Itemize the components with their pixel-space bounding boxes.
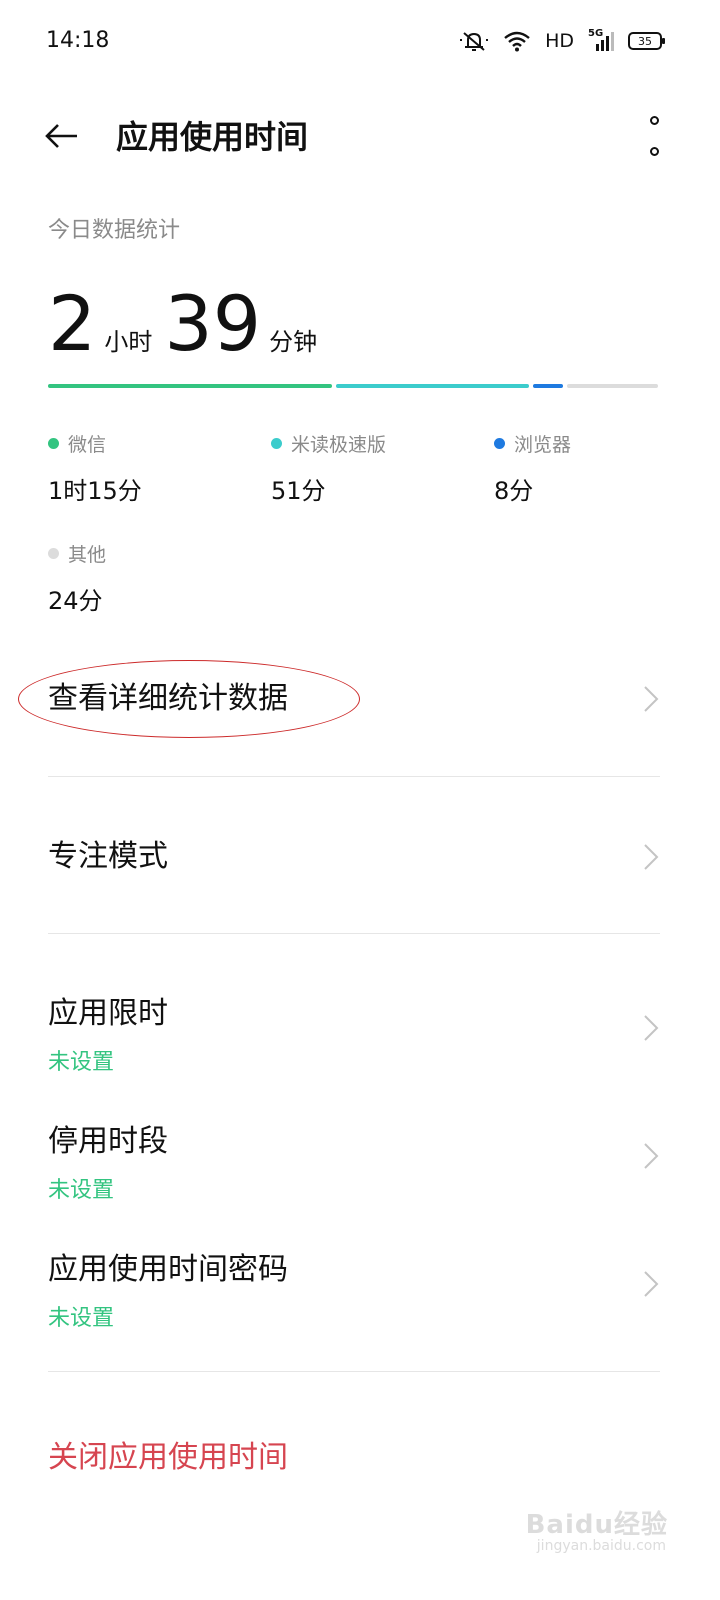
wifi-icon bbox=[504, 31, 530, 52]
legend-value: 8分 bbox=[494, 477, 534, 505]
legend-label: 微信 bbox=[68, 434, 107, 456]
legend-item-midu: 米读极速版 51分 bbox=[271, 430, 386, 506]
more-vertical-icon[interactable] bbox=[640, 116, 668, 156]
focus-mode-label: 专注模式 bbox=[48, 839, 168, 874]
hours-unit: 小时 bbox=[104, 328, 153, 356]
detail-stats-item[interactable]: 查看详细统计数据 bbox=[48, 668, 660, 730]
chevron-right-icon bbox=[644, 1271, 659, 1297]
focus-mode-item[interactable]: 专注模式 bbox=[48, 826, 660, 888]
stats-section-title: 今日数据统计 bbox=[48, 218, 181, 243]
page-title: 应用使用时间 bbox=[116, 118, 309, 156]
chevron-right-icon bbox=[644, 1143, 659, 1169]
divider bbox=[48, 1371, 660, 1372]
status-icons: HD 5G 35 bbox=[459, 28, 665, 52]
legend-label: 浏览器 bbox=[514, 434, 572, 456]
usage-bar-segment-midu bbox=[335, 384, 529, 388]
status-time: 14:18 bbox=[46, 28, 110, 53]
signal-icon: 5G bbox=[588, 28, 614, 52]
divider bbox=[48, 776, 660, 777]
passcode-label: 应用使用时间密码 bbox=[48, 1252, 288, 1287]
mute-icon bbox=[460, 32, 489, 51]
chevron-right-icon bbox=[644, 686, 659, 712]
total-minutes: 39 bbox=[164, 279, 262, 368]
legend-value: 24分 bbox=[48, 587, 103, 615]
downtime-label: 停用时段 bbox=[48, 1124, 168, 1159]
network-label: HD bbox=[545, 30, 574, 52]
battery-icon: 35 bbox=[628, 32, 665, 50]
legend-item-browser: 浏览器 8分 bbox=[494, 430, 571, 506]
app-limit-status: 未设置 bbox=[48, 1050, 115, 1075]
downtime-status: 未设置 bbox=[48, 1178, 115, 1203]
legend-label: 米读极速版 bbox=[291, 434, 387, 456]
legend-dot bbox=[48, 548, 59, 559]
chevron-right-icon bbox=[644, 1015, 659, 1041]
chevron-right-icon bbox=[644, 844, 659, 870]
usage-bar bbox=[48, 384, 658, 388]
detail-stats-label: 查看详细统计数据 bbox=[48, 681, 288, 716]
usage-bar-segment-wechat bbox=[48, 384, 332, 388]
usage-bar-segment-browser bbox=[532, 384, 564, 388]
battery-level: 35 bbox=[638, 34, 652, 48]
app-limit-label: 应用限时 bbox=[48, 996, 168, 1031]
back-button[interactable] bbox=[40, 114, 84, 158]
close-usage-button[interactable]: 关闭应用使用时间 bbox=[48, 1432, 288, 1476]
legend-item-other: 其他 24分 bbox=[48, 540, 106, 616]
app-limit-item[interactable]: 应用限时 未设置 bbox=[48, 988, 660, 1075]
baidu-watermark-url: jingyan.baidu.com bbox=[536, 1538, 666, 1554]
legend-dot bbox=[271, 438, 282, 449]
legend-dot bbox=[48, 438, 59, 449]
passcode-item[interactable]: 应用使用时间密码 未设置 bbox=[48, 1244, 660, 1331]
legend-label: 其他 bbox=[68, 544, 107, 566]
minutes-unit: 分钟 bbox=[269, 328, 318, 356]
divider bbox=[48, 933, 660, 934]
back-arrow-icon bbox=[45, 124, 77, 148]
legend-value: 51分 bbox=[271, 477, 326, 505]
passcode-status: 未设置 bbox=[48, 1306, 115, 1331]
usage-bar-segment-other bbox=[567, 384, 658, 388]
legend-dot bbox=[494, 438, 505, 449]
total-usage: 2 小时 39 分钟 bbox=[48, 286, 329, 362]
legend-item-wechat: 微信 1时15分 bbox=[48, 430, 142, 506]
baidu-watermark: Baidu经验 bbox=[525, 1510, 668, 1540]
downtime-item[interactable]: 停用时段 未设置 bbox=[48, 1116, 660, 1203]
legend-value: 1时15分 bbox=[48, 477, 142, 505]
total-hours: 2 bbox=[48, 279, 97, 368]
